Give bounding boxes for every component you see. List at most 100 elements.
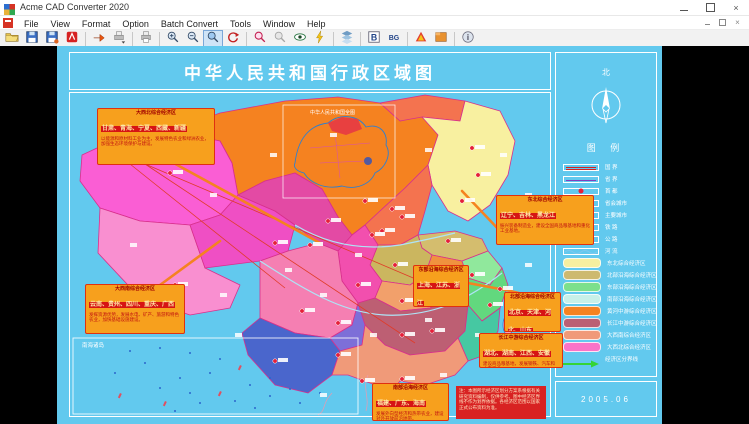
city-label-box xyxy=(385,228,395,232)
city-dot xyxy=(392,262,398,268)
callout-title: 南部沿海经济区 xyxy=(392,385,428,391)
city-label-box xyxy=(173,170,183,174)
map-label-box xyxy=(355,253,362,257)
map-label-box xyxy=(270,153,277,157)
map-label-box xyxy=(220,293,227,297)
island-mark xyxy=(144,362,146,364)
callout-provinces: 辽宁、吉林、黑龙江 xyxy=(500,212,557,219)
callout-title: 东部沿海综合经济区 xyxy=(418,267,464,273)
city-label-box xyxy=(375,232,385,236)
legend-label: 省 界 xyxy=(605,177,618,183)
callout-body: 建设商品粮基地，发展钢铁、汽车和水电工业。 xyxy=(483,360,555,368)
island-mark xyxy=(114,372,116,374)
legend-label: 东部沿海综合经济区 xyxy=(607,285,657,291)
map-label-box xyxy=(425,318,432,322)
minimize-icon xyxy=(680,9,688,11)
city-label-box xyxy=(361,282,371,286)
menu-help[interactable]: Help xyxy=(301,19,332,29)
legend-label: 首 都 xyxy=(605,189,618,195)
city-dot xyxy=(459,198,465,204)
menu-view[interactable]: View xyxy=(45,19,76,29)
callout-ne: 东北综合经济区 辽宁、吉林、黑龙江 振兴装备制造业，建设全国商品粮基地和重化工业基地… xyxy=(496,195,594,245)
callout-title: 大西南综合经济区 xyxy=(114,286,155,292)
child-minimize-icon xyxy=(705,23,710,25)
city-dot xyxy=(369,232,375,238)
city-dot xyxy=(487,302,493,308)
city-dot xyxy=(272,240,278,246)
map-label-box xyxy=(130,243,137,247)
svg-text:BG: BG xyxy=(389,35,400,42)
city-label-box xyxy=(475,272,485,276)
island-mark xyxy=(234,400,236,402)
city-dot xyxy=(389,206,395,212)
child-minimize-button[interactable] xyxy=(700,17,715,28)
callout-body: 以能源和原材料工业为主，发展特色农业和绿洲农业，加强生态环境保护与建设。 xyxy=(101,135,209,146)
drawing-viewport[interactable]: 中华人民共和国行政区域图 中华人民共和国全图 南海诸岛 注：本图所示经济区划分方… xyxy=(0,46,749,424)
legend-label: 经济区分界线 xyxy=(605,357,639,363)
city-label-box xyxy=(465,198,475,202)
map-area[interactable]: 中华人民共和国全图 南海诸岛 注：本图所示经济区划分方案系根据有关研究资料编制，… xyxy=(69,92,594,421)
callout-provinces: 北京、天津、河北、山东 xyxy=(508,309,552,332)
window-controls: × xyxy=(671,0,749,15)
menu-option[interactable]: Option xyxy=(116,19,155,29)
menu-batch-convert[interactable]: Batch Convert xyxy=(155,19,224,29)
close-button[interactable]: × xyxy=(723,0,749,15)
island-mark xyxy=(129,350,131,352)
callout-nc: 北部沿海综合经济区北京、天津、河北、山东发展高新技术产业和现代制造业，扩大对外开… xyxy=(504,292,561,332)
city-dot xyxy=(399,376,405,382)
legend-label: 河 流 xyxy=(605,249,618,255)
child-close-button[interactable]: × xyxy=(730,17,745,28)
city-label-box xyxy=(331,218,341,222)
child-close-icon: × xyxy=(735,18,740,27)
island-mark xyxy=(209,372,211,374)
city-dot xyxy=(399,298,405,304)
city-dot xyxy=(355,282,361,288)
legend-symbol-7: 河 流 xyxy=(563,245,652,257)
north-label: 北 xyxy=(602,68,610,77)
app-icon xyxy=(4,2,15,15)
legend-label: 省会城市 xyxy=(605,201,628,207)
city-dot xyxy=(307,242,313,248)
legend-label: 公 路 xyxy=(605,237,618,243)
island-mark xyxy=(189,392,191,394)
island-mark xyxy=(289,388,291,390)
menu-window[interactable]: Window xyxy=(257,19,301,29)
legend-rows: 国 界省 界首 都省会城市 主要城市铁 路公 路河 流东北综合经济区 北部沿海综合经… xyxy=(563,161,657,368)
map-label-box xyxy=(500,153,507,157)
toolbar-separator xyxy=(246,32,247,46)
menu-format[interactable]: Format xyxy=(76,19,117,29)
legend-label: 南部沿海综合经济区 xyxy=(607,297,657,303)
menu-tools[interactable]: Tools xyxy=(224,19,257,29)
island-mark xyxy=(199,402,201,404)
callout-provinces: 甘肃、青海、宁夏、西藏、新疆 xyxy=(101,125,188,132)
callout-sc: 南部沿海经济区 福建、广东、海南 发展外向型经济和热带农业，建设对外开放前沿地带。 xyxy=(372,383,449,421)
child-restore-button[interactable] xyxy=(715,17,730,28)
city-label-box xyxy=(341,320,351,324)
city-label-box xyxy=(435,328,445,332)
island-mark xyxy=(249,384,251,386)
legend-label: 铁 路 xyxy=(605,225,618,231)
legend-zone-4: 黄河中游综合经济区 xyxy=(563,305,657,317)
callout-title: 北部沿海综合经济区 xyxy=(509,294,555,300)
minimize-button[interactable] xyxy=(671,0,697,15)
city-label-box xyxy=(341,352,351,356)
city-label-box xyxy=(305,308,315,312)
legend-symbol-0: 国 界 xyxy=(563,161,652,173)
city-dot xyxy=(335,320,341,326)
menu-file[interactable]: File xyxy=(18,19,45,29)
city-dot xyxy=(399,332,405,338)
map-title: 中华人民共和国行政区域图 xyxy=(184,63,436,83)
legend-zone-0: 东北综合经济区 xyxy=(563,257,652,269)
map-label-box xyxy=(440,373,447,377)
legend-label: 东北综合经济区 xyxy=(607,261,646,267)
legend-label: 大西北综合经济区 xyxy=(607,345,652,351)
child-window-controls: × xyxy=(700,17,749,28)
legend-zone-7: 大西北综合经济区 xyxy=(563,341,652,353)
callout-my: 长江中游综合经济区湖北、湖南、江西、安徽建设商品粮基地，发展钢铁、汽车和水电工业… xyxy=(479,333,563,368)
drawing-canvas[interactable]: 中华人民共和国行政区域图 中华人民共和国全图 南海诸岛 注：本图所示经济区划分方… xyxy=(57,46,662,424)
maximize-button[interactable] xyxy=(697,0,723,15)
city-label-box xyxy=(451,238,461,242)
map-label-box xyxy=(525,263,532,267)
city-dot xyxy=(475,172,481,178)
callout-provinces: 福建、广东、海南 xyxy=(376,400,427,407)
